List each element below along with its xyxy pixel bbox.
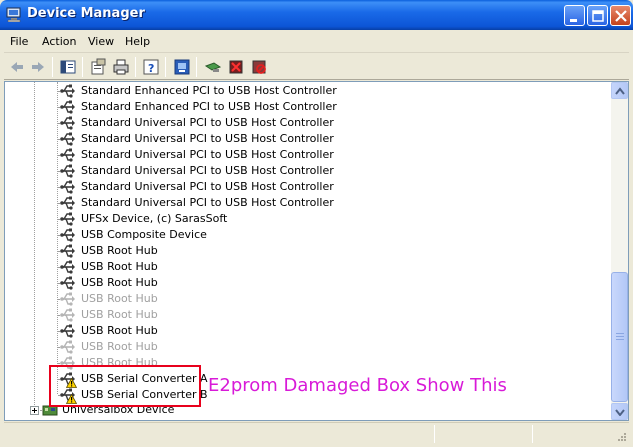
uninstall-button[interactable] [226,57,246,77]
maximize-button[interactable] [587,5,608,26]
usb-icon [60,84,75,98]
display-computer-icon [174,59,190,75]
disable-button[interactable] [249,57,269,77]
usb-icon [60,340,75,354]
usb-icon [60,244,75,258]
back-arrow-icon [11,62,23,72]
print-icon [113,59,129,75]
device-row[interactable]: USB Root Hub [5,275,605,291]
device-row[interactable]: USB Root Hub [5,307,605,323]
close-icon [615,10,627,22]
maximize-icon [592,10,604,22]
device-row[interactable]: Standard Universal PCI to USB Host Contr… [5,195,605,211]
menu-view[interactable]: View [88,35,114,48]
device-label: USB Root Hub [81,324,158,337]
device-label: USB Root Hub [81,260,158,273]
disable-icon [252,60,266,74]
device-row[interactable]: USB Root Hub [5,291,605,307]
show-hide-tree-button[interactable] [58,57,78,77]
scroll-down-button[interactable] [611,403,628,420]
usb-icon [60,212,75,226]
computer-icon [6,7,21,22]
annotation-text: E2prom Damaged Box Show This [208,375,507,396]
device-row[interactable]: Standard Enhanced PCI to USB Host Contro… [5,99,605,115]
usb-icon [60,292,75,306]
menu-bar: File Action View Help [4,30,629,53]
usb-icon [60,148,75,162]
properties-icon [91,58,106,75]
device-label: USB Root Hub [81,292,158,305]
device-row[interactable]: UFSx Device, (c) SarasSoft [5,211,605,227]
device-label: Standard Universal PCI to USB Host Contr… [81,180,334,193]
usb-icon [60,116,75,130]
uninstall-icon [229,60,243,74]
close-button[interactable] [610,5,631,26]
usb-icon [60,308,75,322]
toolbar: ? [4,54,629,80]
device-row[interactable]: Standard Universal PCI to USB Host Contr… [5,115,605,131]
usb-icon [60,180,75,194]
device-label: Standard Universal PCI to USB Host Contr… [81,116,334,129]
device-label: USB Root Hub [81,244,158,257]
forward-button[interactable] [28,57,48,77]
help-button[interactable]: ? [141,57,161,77]
usb-icon [60,260,75,274]
back-button[interactable] [7,57,27,77]
device-row[interactable]: USB Root Hub [5,339,605,355]
show-hide-tree-icon [60,60,76,74]
usb-icon [60,276,75,290]
device-row[interactable]: USB Root Hub [5,243,605,259]
device-label: Standard Universal PCI to USB Host Contr… [81,132,334,145]
device-label: Standard Enhanced PCI to USB Host Contro… [81,100,337,113]
device-row[interactable]: USB Root Hub [5,323,605,339]
device-row[interactable]: Standard Universal PCI to USB Host Contr… [5,163,605,179]
status-bar [4,422,629,444]
window-title: Device Manager [27,6,145,21]
usb-icon [60,324,75,338]
device-label: Standard Universal PCI to USB Host Contr… [81,196,334,209]
scroll-thumb[interactable] [611,272,628,402]
device-label: Standard Enhanced PCI to USB Host Contro… [81,84,337,97]
annotation-highlight-box [49,365,201,407]
scan-hardware-icon [204,62,222,72]
resize-grip-icon[interactable] [615,430,627,442]
usb-icon [60,132,75,146]
expand-icon[interactable] [30,406,39,415]
usb-icon [60,196,75,210]
device-label: UFSx Device, (c) SarasSoft [81,212,228,225]
device-label: Standard Universal PCI to USB Host Contr… [81,148,334,161]
chevron-up-icon [615,87,625,95]
device-label: USB Root Hub [81,308,158,321]
scan-hardware-button[interactable] [203,57,223,77]
print-button[interactable] [111,57,131,77]
scroll-up-button[interactable] [611,82,628,99]
properties-button[interactable] [88,57,108,77]
device-row[interactable]: Standard Enhanced PCI to USB Host Contro… [5,83,605,99]
device-label: USB Root Hub [81,276,158,289]
device-label: Standard Universal PCI to USB Host Contr… [81,164,334,177]
help-icon: ? [143,59,159,75]
menu-file[interactable]: File [10,35,28,48]
usb-icon [60,100,75,114]
svg-text:?: ? [148,62,154,75]
title-bar[interactable]: Device Manager [0,0,633,30]
device-label: USB Root Hub [81,340,158,353]
device-row[interactable]: USB Root Hub [5,259,605,275]
menu-action[interactable]: Action [42,35,76,48]
minimize-icon [570,19,577,22]
device-row[interactable]: Standard Universal PCI to USB Host Contr… [5,179,605,195]
usb-icon [60,164,75,178]
display-computer-button[interactable] [172,57,192,77]
menu-help[interactable]: Help [125,35,150,48]
device-row[interactable]: Standard Universal PCI to USB Host Contr… [5,131,605,147]
device-row[interactable]: USB Composite Device [5,227,605,243]
usb-icon [60,228,75,242]
forward-arrow-icon [32,62,44,72]
device-row[interactable]: Standard Universal PCI to USB Host Contr… [5,147,605,163]
chevron-down-icon [615,409,625,416]
minimize-button[interactable] [564,5,585,26]
vertical-scrollbar[interactable] [611,82,628,420]
device-label: USB Composite Device [81,228,207,241]
